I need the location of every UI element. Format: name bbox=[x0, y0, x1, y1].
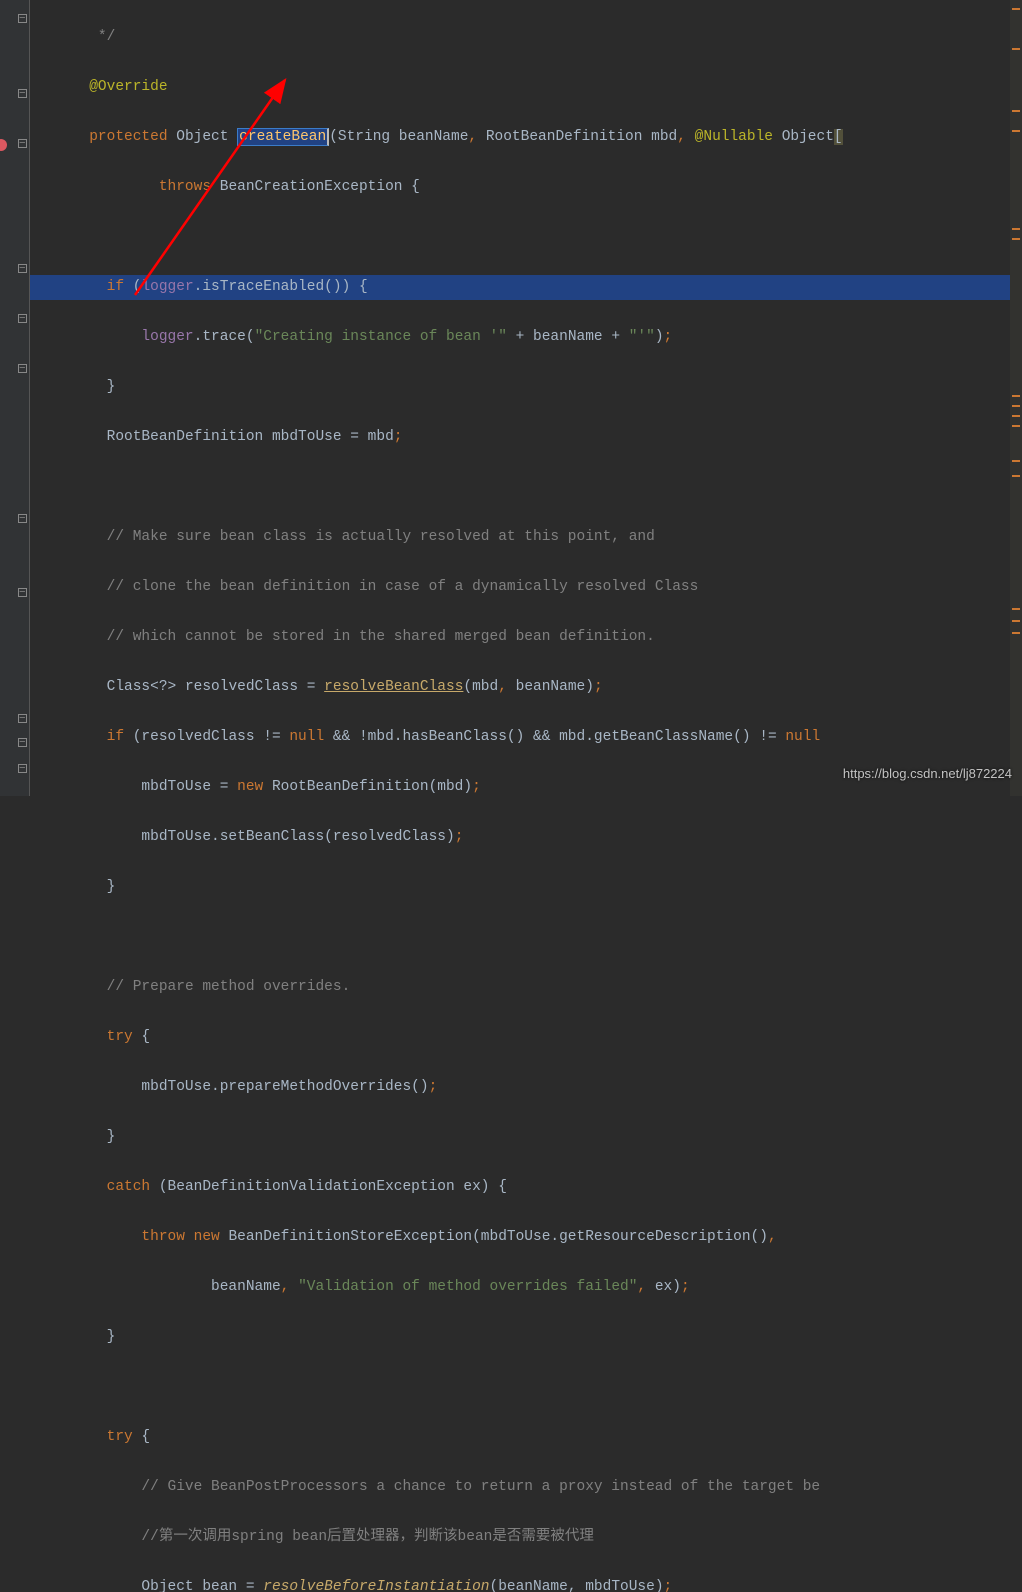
fold-icon[interactable] bbox=[18, 314, 27, 323]
brace: } bbox=[37, 379, 115, 395]
field-logger: logger bbox=[141, 279, 193, 295]
brace: { bbox=[133, 1029, 150, 1045]
keyword-if: if bbox=[107, 279, 124, 295]
arg: ex) bbox=[655, 1279, 681, 1295]
assign: mbdToUse = bbox=[141, 779, 237, 795]
comment: // clone the bean definition in case of … bbox=[107, 579, 699, 595]
catch-params: (BeanDefinitionValidationException ex) { bbox=[150, 1179, 507, 1195]
comment: // which cannot be stored in the shared … bbox=[107, 629, 655, 645]
brace: } bbox=[37, 1129, 115, 1145]
semicolon: ; bbox=[594, 679, 603, 695]
args: (mbd bbox=[463, 679, 498, 695]
comment: // Prepare method overrides. bbox=[107, 979, 351, 995]
brace: } bbox=[37, 1329, 115, 1345]
space bbox=[185, 1229, 194, 1245]
annotation: @Override bbox=[89, 79, 167, 95]
comma: , bbox=[498, 679, 515, 695]
semicolon: ; bbox=[394, 429, 403, 445]
method-link[interactable]: resolveBeanClass bbox=[324, 679, 463, 695]
watermark-text: https://blog.csdn.net/lj872224 bbox=[843, 761, 1012, 786]
comma: , bbox=[468, 129, 485, 145]
statement: Class<?> resolvedClass = bbox=[107, 679, 325, 695]
minimap[interactable] bbox=[1010, 0, 1022, 796]
breakpoint-icon[interactable] bbox=[0, 139, 7, 151]
exception-type: BeanCreationException { bbox=[211, 179, 420, 195]
method-call: .isTraceEnabled()) { bbox=[194, 279, 368, 295]
ctor: RootBeanDefinition(mbd) bbox=[263, 779, 472, 795]
fold-icon[interactable] bbox=[18, 364, 27, 373]
condition: (resolvedClass != bbox=[124, 729, 289, 745]
params: (String beanName bbox=[329, 129, 468, 145]
statement: Object bean = bbox=[141, 1579, 263, 1592]
code-editor[interactable]: */ @Override protected Object createBean… bbox=[30, 0, 1022, 1592]
comma: , bbox=[281, 1279, 298, 1295]
fold-icon[interactable] bbox=[18, 14, 27, 23]
concat: + beanName + bbox=[507, 329, 629, 345]
brace: } bbox=[37, 879, 115, 895]
condition: && !mbd.hasBeanClass() && mbd.getBeanCla… bbox=[324, 729, 785, 745]
semicolon: ; bbox=[664, 1579, 673, 1592]
params: Object bbox=[773, 129, 834, 145]
params: RootBeanDefinition mbd bbox=[486, 129, 677, 145]
semicolon: ; bbox=[429, 1079, 438, 1095]
arg: beanName bbox=[211, 1279, 281, 1295]
fold-icon[interactable] bbox=[18, 264, 27, 273]
semicolon: ; bbox=[664, 329, 673, 345]
fold-icon[interactable] bbox=[18, 139, 27, 148]
keyword-throw: throw bbox=[141, 1229, 185, 1245]
keyword-catch: catch bbox=[107, 1179, 151, 1195]
ctor: BeanDefinitionStoreException(mbdToUse.ge… bbox=[220, 1229, 768, 1245]
method-call: mbdToUse.prepareMethodOverrides() bbox=[141, 1079, 428, 1095]
keyword-null: null bbox=[785, 729, 820, 745]
gutter bbox=[0, 0, 30, 796]
statement: RootBeanDefinition mbdToUse = mbd bbox=[107, 429, 394, 445]
bracket: [ bbox=[834, 129, 843, 145]
annotation-nullable: @Nullable bbox=[695, 129, 773, 145]
comment-chinese: //第一次调用spring bean后置处理器，判断该bean是否需要被代理 bbox=[141, 1529, 593, 1545]
string-literal: "Validation of method overrides failed" bbox=[298, 1279, 637, 1295]
field-logger: logger bbox=[141, 329, 193, 345]
keyword-protected: protected bbox=[89, 129, 167, 145]
semicolon: ; bbox=[472, 779, 481, 795]
comma: , bbox=[637, 1279, 654, 1295]
comment: // Make sure bean class is actually reso… bbox=[107, 529, 655, 545]
method-call: mbdToUse.setBeanClass(resolvedClass) bbox=[141, 829, 454, 845]
method-link[interactable]: resolveBeforeInstantiation bbox=[263, 1579, 489, 1592]
args: (beanName, mbdToUse) bbox=[490, 1579, 664, 1592]
paren: ( bbox=[124, 279, 141, 295]
method-createBean: createBean bbox=[237, 128, 329, 146]
semicolon: ; bbox=[455, 829, 464, 845]
keyword-if: if bbox=[107, 729, 124, 745]
brace: { bbox=[133, 1429, 150, 1445]
comma: , bbox=[768, 1229, 777, 1245]
fold-icon[interactable] bbox=[18, 764, 27, 773]
args: beanName) bbox=[516, 679, 594, 695]
keyword-null: null bbox=[289, 729, 324, 745]
type: Object bbox=[168, 129, 238, 145]
comment: // Give BeanPostProcessors a chance to r… bbox=[141, 1479, 820, 1495]
keyword-new: new bbox=[194, 1229, 220, 1245]
method-call: .trace( bbox=[194, 329, 255, 345]
fold-icon[interactable] bbox=[18, 738, 27, 747]
keyword-throws: throws bbox=[159, 179, 211, 195]
keyword-try: try bbox=[107, 1029, 133, 1045]
string-literal: "Creating instance of bean '" bbox=[255, 329, 507, 345]
fold-icon[interactable] bbox=[18, 588, 27, 597]
comma: , bbox=[677, 129, 694, 145]
string-literal: "'" bbox=[629, 329, 655, 345]
comment: */ bbox=[37, 29, 115, 45]
fold-icon[interactable] bbox=[18, 514, 27, 523]
paren: ) bbox=[655, 329, 664, 345]
keyword-new: new bbox=[237, 779, 263, 795]
keyword-try: try bbox=[107, 1429, 133, 1445]
semicolon: ; bbox=[681, 1279, 690, 1295]
fold-icon[interactable] bbox=[18, 89, 27, 98]
fold-icon[interactable] bbox=[18, 714, 27, 723]
